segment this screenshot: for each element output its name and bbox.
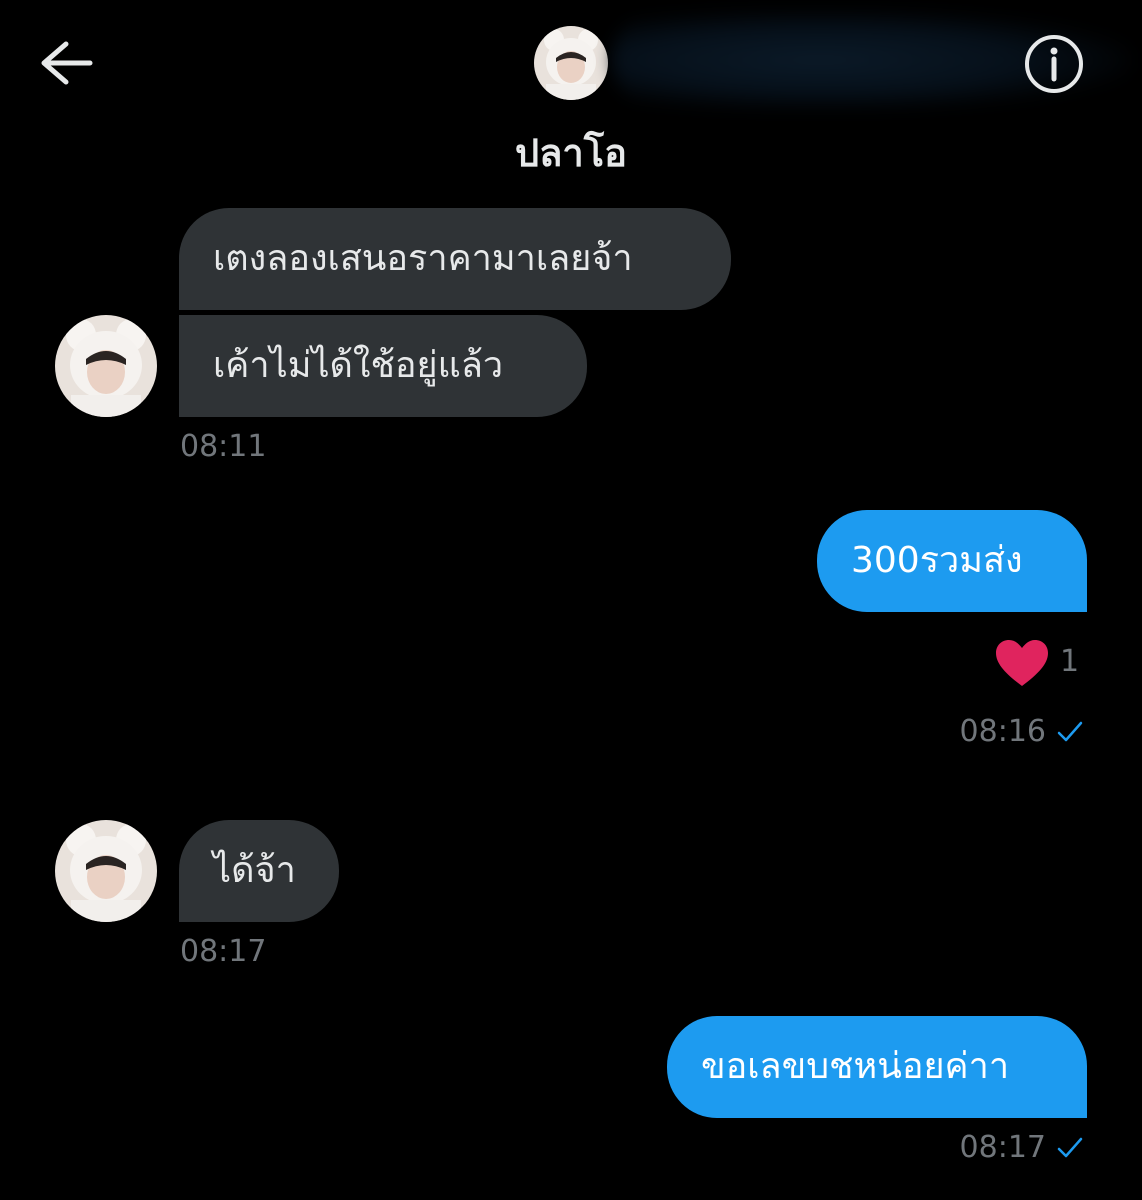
message-timestamp: 08:11	[180, 429, 267, 464]
sent-check-icon	[1057, 721, 1083, 742]
sender-avatar[interactable]	[55, 820, 157, 922]
heart-icon	[996, 640, 1048, 686]
sent-check-icon	[1057, 1137, 1083, 1158]
arrow-left-icon	[41, 41, 93, 85]
message-timestamp: 08:17	[180, 934, 267, 969]
message-bubble-outgoing[interactable]: 300รวมส่ง	[817, 510, 1087, 612]
message-bubble-incoming[interactable]: ได้จ้า	[179, 820, 339, 922]
message-bubble-incoming[interactable]: เค้าไม่ได้ใช้อยู่แล้ว	[179, 315, 587, 417]
info-icon	[1025, 35, 1083, 93]
contact-name[interactable]: ปลาโอ	[0, 126, 1142, 180]
message-timestamp: 08:17	[959, 1130, 1046, 1165]
reaction-count: 1	[1060, 644, 1080, 679]
message-bubble-outgoing[interactable]: ขอเลขบชหน่อยค่าา	[667, 1016, 1087, 1118]
message-timestamp: 08:16	[959, 714, 1046, 749]
info-button[interactable]	[1024, 34, 1084, 94]
header-avatar[interactable]	[534, 26, 608, 100]
message-bubble-incoming[interactable]: เตงลองเสนอราคามาเลยจ้า	[179, 208, 731, 310]
sender-avatar[interactable]	[55, 315, 157, 417]
back-button[interactable]	[36, 38, 98, 88]
